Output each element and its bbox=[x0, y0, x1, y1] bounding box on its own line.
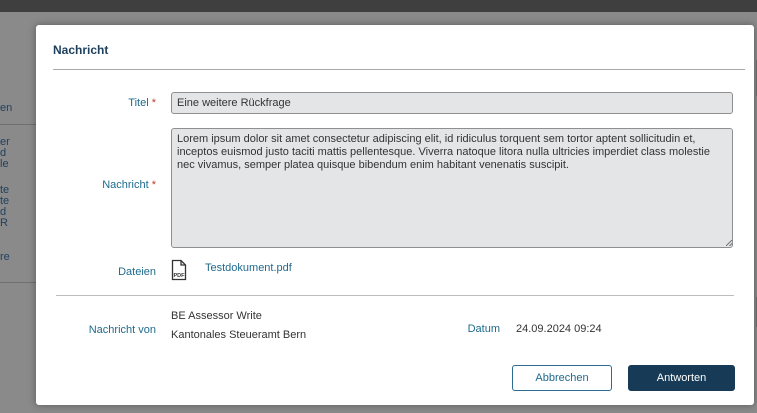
background-top-bar bbox=[0, 0, 757, 12]
background-text-fragment: le bbox=[0, 158, 9, 170]
pdf-file-icon[interactable]: PDF bbox=[171, 259, 187, 281]
sender-name: BE Assessor Write bbox=[171, 310, 262, 322]
from-label: Nachricht von bbox=[88, 324, 156, 336]
title-label-text: Titel bbox=[128, 97, 149, 109]
title-divider bbox=[53, 69, 745, 70]
message-label-text: Nachricht bbox=[102, 179, 149, 191]
files-label: Dateien bbox=[118, 266, 156, 278]
sender-organization: Kantonales Steueramt Bern bbox=[171, 329, 307, 341]
background-text-fragment: R bbox=[0, 217, 8, 229]
dialog-title: Nachricht bbox=[53, 43, 109, 57]
reply-button[interactable]: Antworten bbox=[628, 365, 735, 391]
pdf-icon-label: PDF bbox=[174, 273, 186, 279]
date-label: Datum bbox=[467, 323, 500, 335]
title-field-label: Titel * bbox=[128, 97, 156, 109]
required-marker: * bbox=[151, 97, 156, 109]
message-field-label: Nachricht * bbox=[102, 179, 156, 191]
section-divider bbox=[56, 295, 734, 296]
resize-grip-icon[interactable] bbox=[726, 240, 732, 246]
background-divider bbox=[0, 124, 40, 125]
cancel-button[interactable]: Abbrechen bbox=[512, 365, 612, 391]
background-text-fragment: en bbox=[0, 102, 13, 114]
message-textarea[interactable]: Lorem ipsum dolor sit amet consectetur a… bbox=[171, 128, 733, 248]
title-input[interactable] bbox=[171, 92, 733, 114]
background-text-fragment: re bbox=[0, 251, 10, 263]
message-dialog: Nachricht Titel * Nachricht * Lorem ipsu… bbox=[36, 25, 754, 405]
background-divider bbox=[0, 282, 40, 283]
required-marker: * bbox=[151, 179, 156, 191]
file-link[interactable]: Testdokument.pdf bbox=[205, 262, 292, 274]
date-value: 24.09.2024 09:24 bbox=[516, 323, 602, 335]
